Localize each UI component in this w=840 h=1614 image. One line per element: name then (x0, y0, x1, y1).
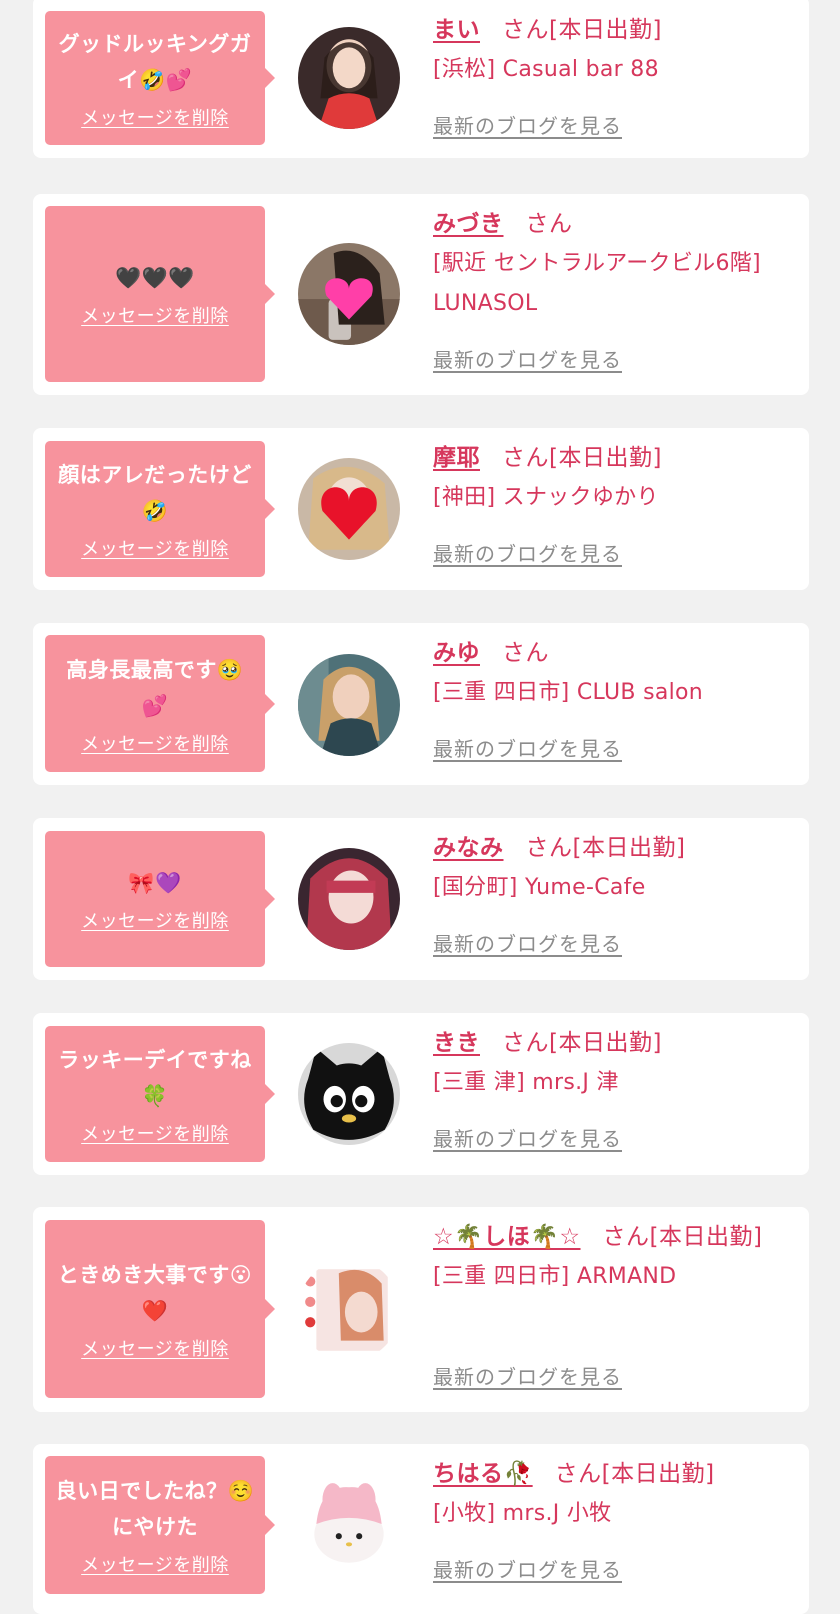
delete-message-link[interactable]: メッセージを削除 (81, 302, 229, 328)
message-text: ときめき大事です😮❤️ (57, 1263, 253, 1323)
latest-blog-link[interactable]: 最新のブログを見る (433, 538, 622, 567)
delete-message-link[interactable]: メッセージを削除 (81, 1120, 229, 1146)
favorite-card: 🖤🖤🖤 メッセージを削除 みづき さん [駅近 セントラルアークビル6階] LUN… (33, 194, 809, 395)
name-line: 摩耶 さん[本日出勤] (433, 438, 788, 478)
store-name: [三重 四日市] ARMAND (433, 1264, 677, 1289)
name-line: みゆ さん (433, 633, 788, 673)
avatar[interactable] (298, 1259, 400, 1361)
latest-blog-link[interactable]: 最新のブログを見る (433, 1554, 622, 1583)
delete-message-link[interactable]: メッセージを削除 (81, 535, 229, 561)
message-text: 顔はアレだったけど🤣 (58, 463, 252, 523)
cast-name-link[interactable]: みゆ (433, 640, 480, 666)
name-line: きき さん[本日出勤] (433, 1023, 788, 1063)
store-name: [浜松] Casual bar 88 (433, 57, 659, 82)
favorite-card: 顔はアレだったけど🤣 メッセージを削除 摩耶 さん[本日出勤] [神田] スナック… (33, 428, 809, 590)
delete-message-link[interactable]: メッセージを削除 (81, 104, 229, 130)
name-line: ☆🌴しほ🌴☆ さん[本日出勤] (433, 1217, 788, 1257)
cast-name-link[interactable]: みなみ (433, 835, 504, 861)
message-text: 🎀💜 (128, 871, 182, 895)
favorites-list: グッドルッキングガイ🤣💕 メッセージを削除 まい さん[本日出勤] [浜松] Ca… (0, 0, 840, 1614)
cast-info: きき さん[本日出勤] [三重 津] mrs.J 津 (433, 1023, 788, 1103)
message-bubble: 顔はアレだったけど🤣 メッセージを削除 (45, 441, 275, 577)
name-line: みなみ さん[本日出勤] (433, 828, 788, 868)
store-name: [国分町] Yume-Cafe (433, 875, 646, 900)
name-line: ちはる🥀 さん[本日出勤] (433, 1454, 788, 1494)
cast-name-link[interactable]: みづき (433, 211, 504, 237)
message-bubble: 🎀💜 メッセージを削除 (45, 831, 275, 967)
favorite-card: グッドルッキングガイ🤣💕 メッセージを削除 まい さん[本日出勤] [浜松] Ca… (33, 0, 809, 158)
name-suffix: さん[本日出勤] (502, 445, 662, 471)
favorite-card: 高身長最高です🥹💕 メッセージを削除 みゆ さん [三重 四日市] CLUB sa… (33, 623, 809, 785)
name-suffix: さん[本日出勤] (602, 1224, 763, 1250)
cast-name-link[interactable]: 摩耶 (433, 445, 480, 471)
name-suffix: さん[本日出勤] (525, 835, 686, 861)
latest-blog-link[interactable]: 最新のブログを見る (433, 1123, 622, 1152)
favorite-card: ときめき大事です😮❤️ メッセージを削除 ☆🌴しほ🌴☆ さん[本日出勤] [三重 … (33, 1207, 809, 1412)
message-bubble: 🖤🖤🖤 メッセージを削除 (45, 206, 275, 382)
delete-message-link[interactable]: メッセージを削除 (81, 730, 229, 756)
message-bubble: ときめき大事です😮❤️ メッセージを削除 (45, 1220, 275, 1398)
message-text: 高身長最高です🥹💕 (66, 657, 244, 718)
delete-message-link[interactable]: メッセージを削除 (81, 907, 229, 933)
name-suffix: さん (525, 211, 573, 237)
cast-info: ちはる🥀 さん[本日出勤] [小牧] mrs.J 小牧 (433, 1454, 788, 1534)
favorite-card: 🎀💜 メッセージを削除 みなみ さん[本日出勤] [国分町] Yume-Cafe … (33, 818, 809, 980)
message-bubble: 良い日でしたね？☺️にやけた メッセージを削除 (45, 1456, 275, 1594)
latest-blog-link[interactable]: 最新のブログを見る (433, 344, 622, 373)
message-bubble: グッドルッキングガイ🤣💕 メッセージを削除 (45, 11, 275, 145)
store-name: [小牧] mrs.J 小牧 (433, 1501, 612, 1526)
cast-name-link[interactable]: ☆🌴しほ🌴☆ (433, 1224, 581, 1250)
message-text: ラッキーデイですね🍀 (58, 1048, 252, 1108)
favorite-card: ラッキーデイですね🍀 メッセージを削除 きき さん[本日出勤] [三重 津] mr… (33, 1013, 809, 1175)
latest-blog-link[interactable]: 最新のブログを見る (433, 928, 622, 957)
cast-info: ☆🌴しほ🌴☆ さん[本日出勤] [三重 四日市] ARMAND (433, 1217, 788, 1297)
favorite-card: 良い日でしたね？☺️にやけた メッセージを削除 ちはる🥀 さん[本日出勤] [小牧… (33, 1444, 809, 1614)
message-bubble: 高身長最高です🥹💕 メッセージを削除 (45, 635, 275, 772)
name-suffix: さん[本日出勤] (502, 1030, 662, 1056)
store-name: [駅近 セントラルアークビル6階] LUNASOL (433, 251, 761, 316)
message-bubble: ラッキーデイですね🍀 メッセージを削除 (45, 1026, 275, 1162)
avatar[interactable] (298, 458, 400, 560)
cast-info: 摩耶 さん[本日出勤] [神田] スナックゆかり (433, 438, 788, 518)
store-name: [神田] スナックゆかり (433, 485, 659, 510)
cast-name-link[interactable]: きき (433, 1030, 480, 1056)
name-suffix: さん (502, 640, 549, 666)
cast-info: みづき さん [駅近 セントラルアークビル6階] LUNASOL (433, 204, 788, 324)
avatar[interactable] (298, 243, 400, 345)
delete-message-link[interactable]: メッセージを削除 (81, 1335, 229, 1361)
name-suffix: さん[本日出勤] (554, 1461, 715, 1487)
avatar[interactable] (298, 1043, 400, 1145)
cast-name-link[interactable]: まい (433, 17, 480, 43)
store-name: [三重 四日市] CLUB salon (433, 680, 704, 705)
name-suffix: さん[本日出勤] (502, 17, 662, 43)
cast-info: まい さん[本日出勤] [浜松] Casual bar 88 (433, 10, 788, 90)
avatar[interactable] (298, 654, 400, 756)
name-line: みづき さん (433, 204, 788, 244)
cast-info: みゆ さん [三重 四日市] CLUB salon (433, 633, 788, 713)
latest-blog-link[interactable]: 最新のブログを見る (433, 1361, 622, 1390)
message-text: 🖤🖤🖤 (115, 266, 195, 290)
message-text: グッドルッキングガイ🤣💕 (58, 32, 252, 92)
avatar[interactable] (298, 27, 400, 129)
latest-blog-link[interactable]: 最新のブログを見る (433, 110, 622, 139)
cast-name-link[interactable]: ちはる🥀 (433, 1461, 533, 1487)
avatar[interactable] (298, 848, 400, 950)
avatar[interactable] (298, 1475, 400, 1577)
delete-message-link[interactable]: メッセージを削除 (81, 1551, 229, 1577)
name-line: まい さん[本日出勤] (433, 10, 788, 50)
message-text: 良い日でしたね？☺️にやけた (55, 1479, 255, 1539)
cast-info: みなみ さん[本日出勤] [国分町] Yume-Cafe (433, 828, 788, 908)
latest-blog-link[interactable]: 最新のブログを見る (433, 733, 622, 762)
store-name: [三重 津] mrs.J 津 (433, 1070, 619, 1095)
